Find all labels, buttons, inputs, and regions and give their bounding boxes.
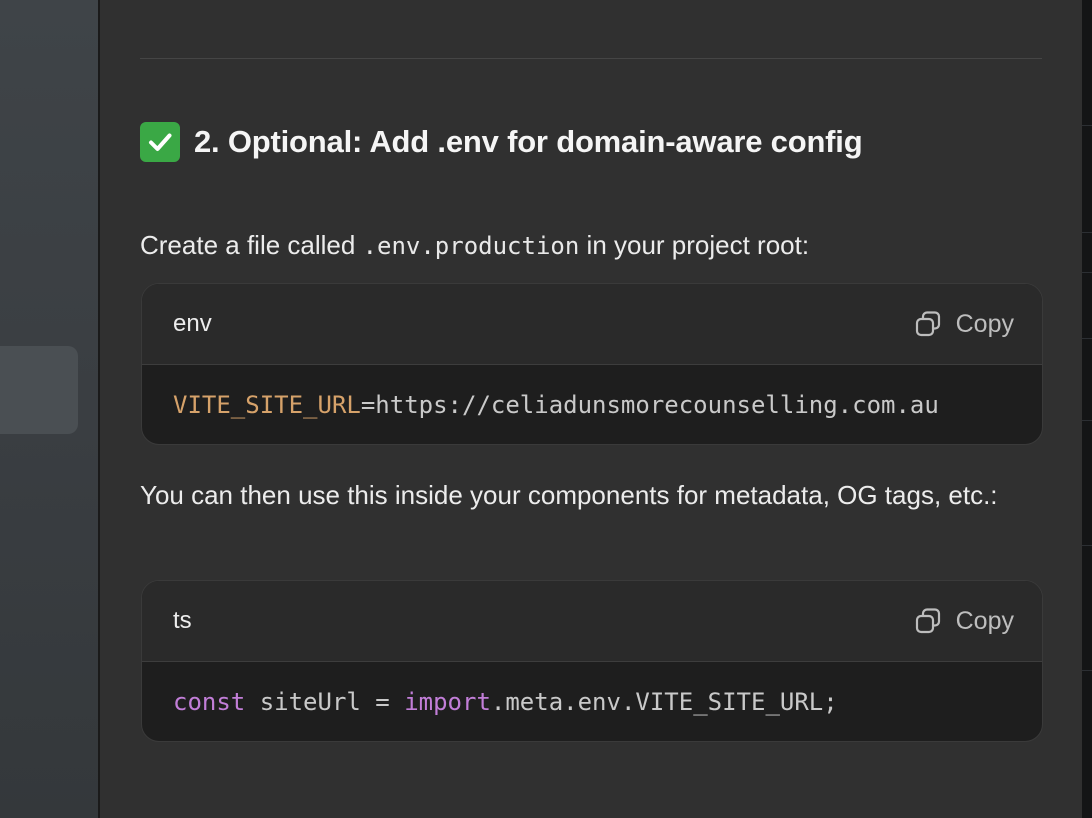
inline-code-filename: .env.production [362,232,580,260]
copy-icon [915,311,940,337]
usage-paragraph: You can then use this inside your compon… [140,480,998,510]
code-language-label: env [173,310,212,337]
code-block-content: VITE_SITE_URL = https://celiadunsmorecouns… [142,365,1042,444]
copy-button-label: Copy [955,606,1014,635]
sidebar-selected-item[interactable] [0,346,78,434]
ts-member-access: .meta.env.VITE_SITE_URL; [490,687,838,716]
intro-paragraph: Create a file called .env.production in … [140,222,1050,269]
right-window-edge [1082,0,1092,818]
env-equals: = [360,390,376,419]
ts-keyword-const: const [173,687,246,716]
section-heading-text: 2. Optional: Add .env for domain-aware c… [194,124,863,159]
code-block-header: ts Copy [142,581,1042,662]
intro-text-after: in your project root: [579,230,810,260]
code-block-ts: ts Copy const siteUrl = import .meta.env.… [141,580,1043,742]
intro-text-before: Create a file called [140,230,363,260]
code-language-label: ts [173,607,192,634]
env-value: https://celiadunsmorecounselling.com.au [375,390,939,419]
section-divider [140,58,1042,59]
ts-identifier: siteUrl = [245,687,405,716]
section-heading: 2. Optional: Add .env for domain-aware c… [140,122,863,162]
copy-icon [915,608,940,634]
ts-keyword-import: import [404,687,491,716]
code-block-content: const siteUrl = import .meta.env.VITE_SIT… [142,662,1042,741]
check-mark-button-icon [140,122,180,162]
code-block-header: env Copy [142,284,1042,365]
copy-button[interactable]: Copy [914,310,1014,339]
code-block-env: env Copy VITE_SITE_URL = https://celiaduns… [141,283,1043,445]
copy-button-label: Copy [955,309,1014,338]
copy-button[interactable]: Copy [914,607,1014,636]
env-key: VITE_SITE_URL [173,390,361,419]
